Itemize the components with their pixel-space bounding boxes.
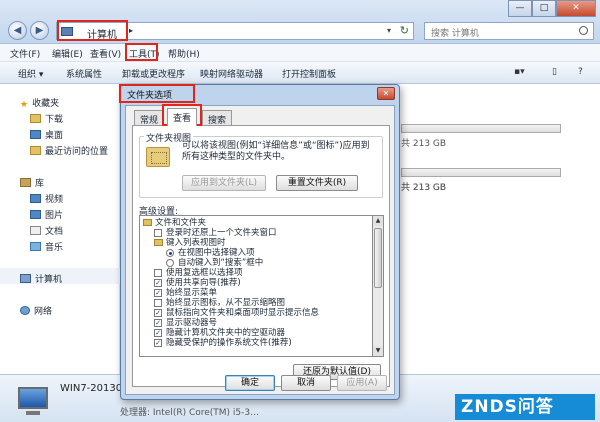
- computer-monitor-icon: [18, 387, 48, 409]
- checkbox-checked[interactable]: ✓: [154, 279, 162, 287]
- menu-file[interactable]: 文件(F): [10, 47, 40, 60]
- music-icon: [30, 242, 41, 251]
- star-icon: ★: [20, 100, 29, 110]
- folder-icon: [154, 239, 163, 246]
- search-input[interactable]: 搜索 计算机: [424, 22, 594, 40]
- tab-view[interactable]: 查看: [167, 108, 198, 126]
- command-bar: 组织 ▾ 系统属性 卸载或更改程序 映射网络驱动器 打开控制面板 ▪▾ ▯ ?: [0, 62, 600, 84]
- address-chevron-icon[interactable]: ▸: [129, 26, 133, 35]
- reset-folders-button[interactable]: 重置文件夹(R): [276, 175, 358, 191]
- tab-search[interactable]: 搜索: [202, 110, 233, 126]
- view-options-icon[interactable]: ▪▾: [514, 67, 525, 77]
- checkbox-unchecked[interactable]: [154, 229, 162, 237]
- folder-icon: [143, 219, 152, 226]
- nav-libraries[interactable]: 库: [20, 176, 44, 189]
- explorer-titlebar: ◀ ▶ 计算机 ▸ ▾ ↻ 搜索 计算机 — □ ✕: [0, 0, 600, 44]
- back-button[interactable]: ◀: [8, 21, 27, 40]
- nav-documents[interactable]: 文档: [30, 224, 63, 237]
- computer-icon: [61, 27, 73, 36]
- search-icon: [579, 26, 588, 35]
- menu-bar: 文件(F) 编辑(E) 查看(V) 工具(T) 帮助(H): [0, 44, 600, 62]
- menu-help[interactable]: 帮助(H): [168, 47, 200, 60]
- menu-tools[interactable]: 工具(T): [129, 47, 160, 60]
- uninstall-program-button[interactable]: 卸载或更改程序: [122, 67, 185, 80]
- nav-favorites[interactable]: ★ 收藏夹: [20, 96, 59, 110]
- apply-button[interactable]: 应用(A): [337, 375, 387, 391]
- document-icon: [30, 226, 41, 235]
- scroll-up-icon[interactable]: ▲: [373, 216, 383, 226]
- search-placeholder: 搜索 计算机: [431, 29, 479, 39]
- checkbox-checked[interactable]: ✓: [154, 319, 162, 327]
- nav-desktop[interactable]: 桌面: [30, 128, 63, 141]
- ok-button[interactable]: 确定: [225, 375, 275, 391]
- tree-scrollbar[interactable]: ▲ ▼: [373, 215, 384, 357]
- menu-view[interactable]: 查看(V): [90, 47, 121, 60]
- nav-music[interactable]: 音乐: [30, 240, 63, 253]
- forward-arrow-icon: ▶: [35, 25, 44, 36]
- advanced-settings-tree[interactable]: 文件和文件夹 登录时还原上一个文件夹窗口 键入列表视图时 在视图中选择键入项 自…: [139, 215, 373, 357]
- navigation-pane: ★ 收藏夹 下载 桌面 最近访问的位置 库 视频 图片 文档 音乐 计算机 网络: [0, 84, 120, 374]
- scroll-down-icon[interactable]: ▼: [373, 346, 383, 356]
- network-icon: [20, 306, 30, 315]
- address-dropdown-icon[interactable]: ▾: [387, 26, 391, 35]
- view-tab-panel: 文件夹视图 可以将该视图(例如“详细信息”或“图标”)应用到所有这种类型的文件夹…: [132, 125, 390, 387]
- nav-videos[interactable]: 视频: [30, 192, 63, 205]
- drive-usage-bar: [401, 168, 561, 177]
- nav-network[interactable]: 网络: [20, 304, 52, 317]
- desktop-icon: [30, 130, 41, 139]
- apply-to-folders-button[interactable]: 应用到文件夹(L): [182, 175, 266, 191]
- map-network-drive-button[interactable]: 映射网络驱动器: [200, 67, 263, 80]
- checkbox-unchecked[interactable]: [154, 269, 162, 277]
- library-icon: [20, 178, 31, 187]
- nav-pictures[interactable]: 图片: [30, 208, 63, 221]
- dialog-title: 文件夹选项: [127, 91, 173, 101]
- recent-places-icon: [30, 146, 41, 155]
- picture-icon: [30, 210, 41, 219]
- back-arrow-icon: ◀: [13, 25, 22, 36]
- nav-computer[interactable]: 计算机: [20, 272, 62, 285]
- tab-general[interactable]: 常规: [134, 110, 165, 126]
- radio-selected[interactable]: [166, 249, 174, 257]
- site-watermark: ZNDS问答: [455, 394, 595, 420]
- close-button[interactable]: ✕: [556, 0, 596, 17]
- refresh-icon[interactable]: ↻: [400, 24, 409, 37]
- drive-size-label: 共 213 GB: [401, 139, 447, 149]
- address-bar[interactable]: 计算机 ▸ ▾ ↻: [56, 22, 414, 41]
- open-control-panel-button[interactable]: 打开控制面板: [282, 67, 336, 80]
- dialog-body: 常规 查看 搜索 文件夹视图 可以将该视图(例如“详细信息”或“图标”)应用到所…: [125, 105, 395, 395]
- computer-icon: [20, 274, 31, 283]
- checkbox-checked[interactable]: ✓: [154, 329, 162, 337]
- scroll-thumb[interactable]: [374, 228, 382, 288]
- drive-size-label: 共 213 GB: [401, 183, 447, 193]
- drive-usage-bar: [401, 124, 561, 133]
- checkbox-unchecked[interactable]: [154, 299, 162, 307]
- checkbox-checked[interactable]: ✓: [154, 289, 162, 297]
- minimize-button[interactable]: —: [508, 0, 532, 17]
- folder-options-dialog: 文件夹选项 ✕ 常规 查看 搜索 文件夹视图 可以将该视图(例如“详细信息”或“…: [120, 84, 400, 400]
- window-controls: — □ ✕: [508, 0, 596, 18]
- nav-recent[interactable]: 最近访问的位置: [30, 144, 108, 157]
- menu-edit[interactable]: 编辑(E): [52, 47, 83, 60]
- checkbox-checked[interactable]: ✓: [154, 339, 162, 347]
- forward-button[interactable]: ▶: [30, 21, 49, 40]
- folder-views-group: 文件夹视图 可以将该视图(例如“详细信息”或“图标”)应用到所有这种类型的文件夹…: [139, 131, 383, 198]
- dialog-close-button[interactable]: ✕: [377, 87, 395, 100]
- folder-views-description: 可以将该视图(例如“详细信息”或“图标”)应用到所有这种类型的文件夹中。: [182, 141, 370, 162]
- address-text[interactable]: 计算机: [87, 26, 117, 41]
- nav-downloads[interactable]: 下载: [30, 112, 63, 125]
- download-folder-icon: [30, 114, 41, 123]
- processor-info: 处理器: Intel(R) Core(TM) i5-3…: [120, 408, 260, 418]
- folder-view-icon: [146, 147, 170, 167]
- system-properties-button[interactable]: 系统属性: [66, 67, 102, 80]
- organize-button[interactable]: 组织 ▾: [18, 67, 43, 80]
- video-icon: [30, 194, 41, 203]
- radio-unselected[interactable]: [166, 259, 174, 267]
- maximize-button[interactable]: □: [532, 0, 556, 17]
- checkbox-checked[interactable]: ✓: [154, 309, 162, 317]
- cancel-button[interactable]: 取消: [281, 375, 331, 391]
- monitor-stand: [26, 411, 40, 415]
- preview-pane-icon[interactable]: ▯: [552, 67, 557, 77]
- help-icon[interactable]: ?: [578, 67, 583, 77]
